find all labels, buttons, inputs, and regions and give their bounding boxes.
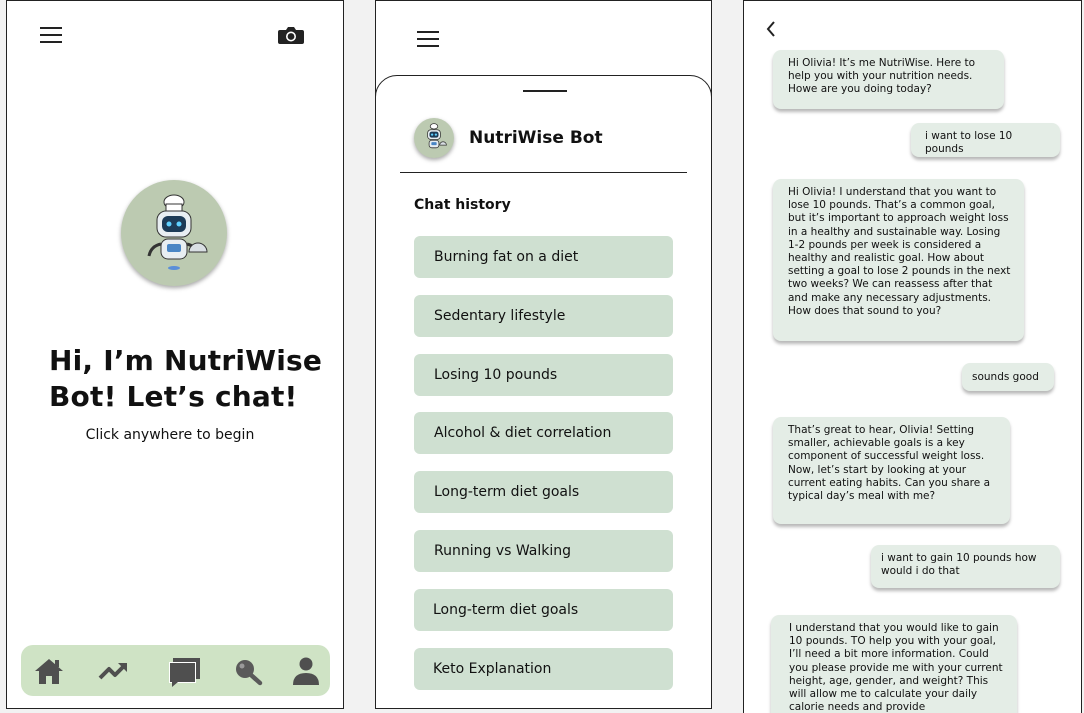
welcome-screen[interactable]: Hi, I’m NutriWise Bot! Let’s chat! Click… [6,0,344,709]
history-item[interactable]: Long-term diet goals [414,471,673,513]
bot-message: Hi Olivia! I understand that you want to… [773,179,1024,341]
chat-icon[interactable] [166,654,202,688]
chat-history-screen: NutriWise Bot Chat history Burning fat o… [375,0,712,709]
history-item[interactable]: Sedentary lifestyle [414,295,673,337]
chat-screen: Hi Olivia! It’s me NutriWise. Here to he… [743,0,1082,713]
back-arrow-icon[interactable] [764,19,778,39]
robot-chef-icon [147,194,208,270]
welcome-title-line1: Hi, I’m NutriWise [49,344,323,377]
bot-avatar [121,180,227,286]
bot-message: That’s great to hear, Olivia! Setting sm… [773,417,1010,524]
robot-chef-icon [427,123,447,149]
history-item[interactable]: Alcohol & diet correlation [414,412,673,454]
user-message: i want to lose 10 pounds [911,123,1060,157]
history-item[interactable]: Losing 10 pounds [414,354,673,396]
history-item[interactable]: Keto Explanation [414,648,673,690]
welcome-title-line2: Bot! Let’s chat! [49,380,298,413]
bot-name: NutriWise Bot [469,128,603,148]
history-item[interactable]: Burning fat on a diet [414,236,673,278]
search-icon[interactable] [231,654,265,688]
sheet-handle[interactable] [523,90,567,92]
trending-icon[interactable] [97,654,131,688]
divider [400,172,687,173]
bottom-nav [21,645,330,696]
menu-icon[interactable] [40,27,62,43]
menu-icon[interactable] [417,31,439,47]
bot-message: Hi Olivia! It’s me NutriWise. Here to he… [773,50,1004,109]
user-message: i want to gain 10 pounds how would i do … [871,545,1060,588]
camera-icon[interactable] [278,25,304,45]
history-item[interactable]: Running vs Walking [414,530,673,572]
welcome-title: Hi, I’m NutriWise Bot! Let’s chat! [49,343,329,415]
bot-avatar-small [414,118,454,158]
profile-icon[interactable] [289,654,323,688]
home-icon[interactable] [32,654,66,688]
history-item[interactable]: Long-term diet goals [414,589,673,631]
user-message: sounds good [962,363,1054,391]
chat-history-title: Chat history [414,197,511,213]
welcome-subtitle[interactable]: Click anywhere to begin [7,427,333,443]
bot-message: I understand that you would like to gain… [771,615,1017,713]
